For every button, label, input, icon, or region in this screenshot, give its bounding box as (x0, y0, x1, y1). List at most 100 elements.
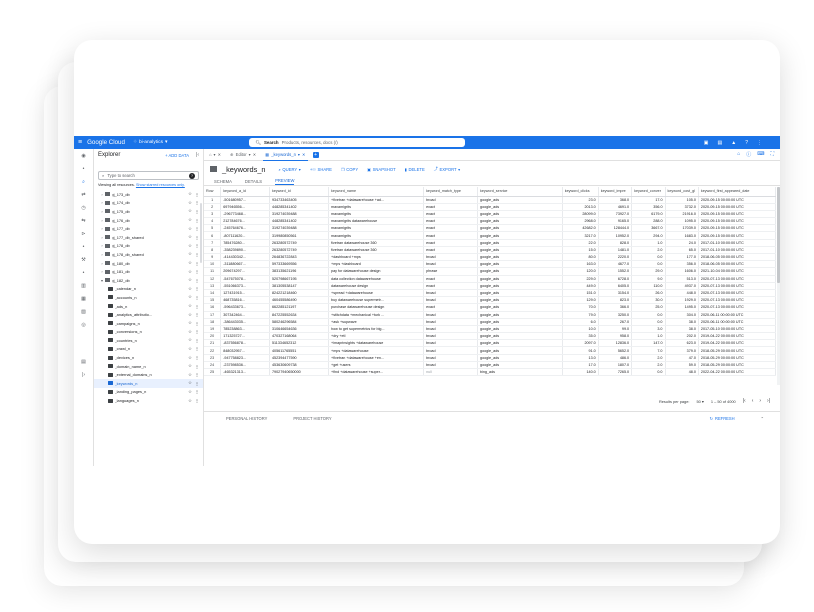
delete-button[interactable]: ▮ DELETE (405, 167, 425, 172)
monitoring-icon[interactable]: ▥ (81, 283, 86, 289)
star-icon[interactable]: ☆ (188, 303, 195, 309)
table-row[interactable]: 17 307342464... 847225552634 +stitchdata +m… (204, 311, 776, 319)
more-vert-icon[interactable]: ⋮ (195, 372, 199, 377)
copy-button[interactable]: ❐ COPY (341, 167, 358, 172)
star-icon[interactable]: ☆ (188, 312, 195, 318)
tree-table-item[interactable]: _ads_n ☆ ⋮ (94, 302, 203, 311)
home-icon[interactable]: ⌂ (737, 151, 740, 158)
tab-schema[interactable]: SCHEMA (214, 179, 232, 186)
star-icon[interactable]: ☆ (188, 277, 195, 283)
tree-table-item[interactable]: _external_domains_n ☆ ⋮ (94, 370, 203, 379)
reservations-icon[interactable]: ▧ (81, 309, 86, 315)
more-vert-icon[interactable]: ⋮ (195, 295, 199, 300)
tree-dataset-item[interactable]: › pj_173_db ☆ ⋮ (94, 190, 203, 199)
table-row[interactable]: 1 -501680957... 934733463405 +fivetran +dat… (204, 196, 776, 204)
pipelines-icon[interactable]: ⊳ (81, 231, 85, 237)
more-vert-icon[interactable]: ⋮ (195, 381, 199, 386)
more-vert-icon[interactable]: ⋮ (195, 321, 199, 326)
new-tab-button[interactable]: + (312, 151, 319, 158)
star-icon[interactable]: ☆ (188, 286, 195, 292)
table-row[interactable]: 14 127431915... 824221218460 +spread +dataw… (204, 289, 776, 298)
star-icon[interactable]: ☆ (188, 200, 195, 206)
star-icon[interactable]: ☆ (188, 380, 195, 386)
close-icon[interactable]: ✕ (253, 152, 257, 157)
close-icon[interactable]: ✕ (218, 152, 222, 157)
table-row[interactable]: 25 -465321313... 79027940650000 +find +data… (204, 368, 776, 377)
tree-table-item[interactable]: _crawl_n ☆ ⋮ (94, 345, 203, 354)
star-icon[interactable]: ☆ (188, 251, 195, 257)
tree-table-item[interactable]: _devices_n ☆ ⋮ (94, 353, 203, 362)
refresh-button[interactable]: ↻ REFRESH (710, 416, 735, 421)
star-icon[interactable]: ☆ (188, 191, 195, 197)
release-notes-icon[interactable]: ▤ (81, 359, 86, 365)
tree-table-item[interactable]: _accounts_n ☆ ⋮ (94, 293, 203, 302)
help-icon[interactable]: ? (745, 140, 748, 146)
table-row[interactable]: 4 212784676... 448285341402 maxamigrits dat… (204, 217, 776, 226)
table-row[interactable]: 15 468735816... 460455586490 buy datawareho… (204, 296, 776, 305)
tab-editor[interactable]: ⊕ Editor ▾ ✕ (228, 149, 258, 161)
more-vert-icon[interactable]: ⋮ (195, 389, 199, 394)
query-button[interactable]: ⌕ QUERY ▾ (279, 167, 301, 172)
scroll-thumb[interactable] (777, 187, 780, 283)
collapse-rail-icon[interactable]: |› (82, 372, 85, 378)
dot-icon-3[interactable]: • (83, 270, 85, 276)
column-header[interactable]: keyword_name (328, 187, 425, 197)
tree-dataset-item[interactable]: › pj_177_db_shared ☆ ⋮ (94, 233, 203, 242)
grid-vertical-scrollbar[interactable] (777, 187, 780, 385)
tree-dataset-item[interactable]: › pj_180_db ☆ ⋮ (94, 259, 203, 268)
more-vert-icon[interactable]: ⋮ (195, 398, 199, 403)
prev-page-icon[interactable]: ‹ (752, 398, 754, 404)
tree-table-item[interactable]: _analytics_attributio... ☆ ⋮ (94, 310, 203, 319)
more-vert-icon[interactable]: ⋮ (195, 226, 199, 231)
star-icon[interactable]: ☆ (188, 269, 195, 275)
star-icon[interactable]: ☆ (188, 355, 195, 361)
more-vert-icon[interactable]: ⋮ (195, 235, 199, 240)
more-vert-icon[interactable]: ⋮ (195, 329, 199, 334)
tree-dataset-item[interactable]: ▾ pj_182_db ☆ ⋮ (94, 276, 203, 285)
settings-icon[interactable]: ◎ (81, 322, 85, 328)
more-vert-icon[interactable]: ⋮ (195, 209, 199, 214)
more-vert-icon[interactable]: ⋮ (195, 252, 199, 257)
filter-icon[interactable]: ⇄ (81, 192, 85, 198)
table-row[interactable]: 20 171325727... 470327168064 +dry +etl broad… (204, 332, 776, 341)
column-header[interactable]: Row (204, 187, 222, 197)
tab-details[interactable]: DETAILS (245, 179, 262, 186)
transfers-icon[interactable]: ⇆ (81, 218, 85, 224)
more-vert-icon[interactable]: ⋮ (195, 269, 199, 274)
table-row[interactable]: 10 -311880667... 597333669556 +mps +dashboa… (204, 260, 776, 269)
last-page-icon[interactable]: ›| (767, 398, 770, 404)
close-icon[interactable]: ✕ (302, 152, 306, 157)
tree-table-item[interactable]: _landing_pages_n ☆ ⋮ (94, 388, 203, 397)
tree-table-item[interactable]: _countries_n ☆ ⋮ (94, 336, 203, 345)
table-row[interactable]: 18 -386443035... 580246296584 +ask +supwave… (204, 318, 776, 326)
help-icon[interactable]: ? (189, 172, 195, 179)
star-icon[interactable]: ☆ (188, 363, 195, 369)
more-vert-icon[interactable]: ⋮ (195, 243, 199, 248)
star-icon[interactable]: ☆ (188, 337, 195, 343)
star-icon[interactable]: ☆ (188, 208, 195, 214)
add-data-button[interactable]: + ADD DATA (165, 153, 189, 158)
column-header[interactable]: keyword_cost_gl (665, 187, 699, 197)
table-row[interactable]: 12 -547675078... 520798667195 data collecti… (204, 275, 776, 283)
star-icon[interactable]: ☆ (188, 217, 195, 223)
expand-up-icon[interactable]: ⌃ (761, 416, 764, 421)
brand-logo[interactable]: Google Cloud (87, 139, 125, 146)
more-vert-icon[interactable]: ⋮ (195, 355, 199, 360)
more-vert-icon[interactable]: ⋮ (195, 286, 199, 291)
tree-table-item[interactable]: _campaigns_n ☆ ⋮ (94, 319, 203, 328)
star-icon[interactable]: ☆ (188, 389, 195, 395)
tree-dataset-item[interactable]: › pj_174_db ☆ ⋮ (94, 199, 203, 208)
tab-preview[interactable]: PREVIEW (275, 178, 295, 185)
tree-dataset-item[interactable]: › pj_178_db_shared ☆ ⋮ (94, 250, 203, 259)
table-row[interactable]: 11 209674297... 383135621196 pay for datawa… (204, 267, 776, 276)
search-nav-icon[interactable]: ⌕ (82, 179, 85, 185)
project-history-tab[interactable]: PROJECT HISTORY (293, 416, 331, 421)
share-button[interactable]: +⚇ SHARE (310, 167, 332, 172)
star-icon[interactable]: ☆ (188, 372, 195, 378)
project-selector[interactable]: ⁘ bi-analytics ▾ (133, 140, 167, 145)
tree-dataset-item[interactable]: › pj_178_db ☆ ⋮ (94, 242, 203, 251)
table-row[interactable]: 22 848032957... 405611765551 +mps +dataware… (204, 346, 776, 355)
table-row[interactable]: 5 -245764676... 319274039488 maxamigrits exa… (204, 224, 776, 233)
bigquery-logo-icon[interactable]: ◉ (81, 153, 85, 159)
column-header[interactable]: keyword_impre (598, 187, 633, 197)
